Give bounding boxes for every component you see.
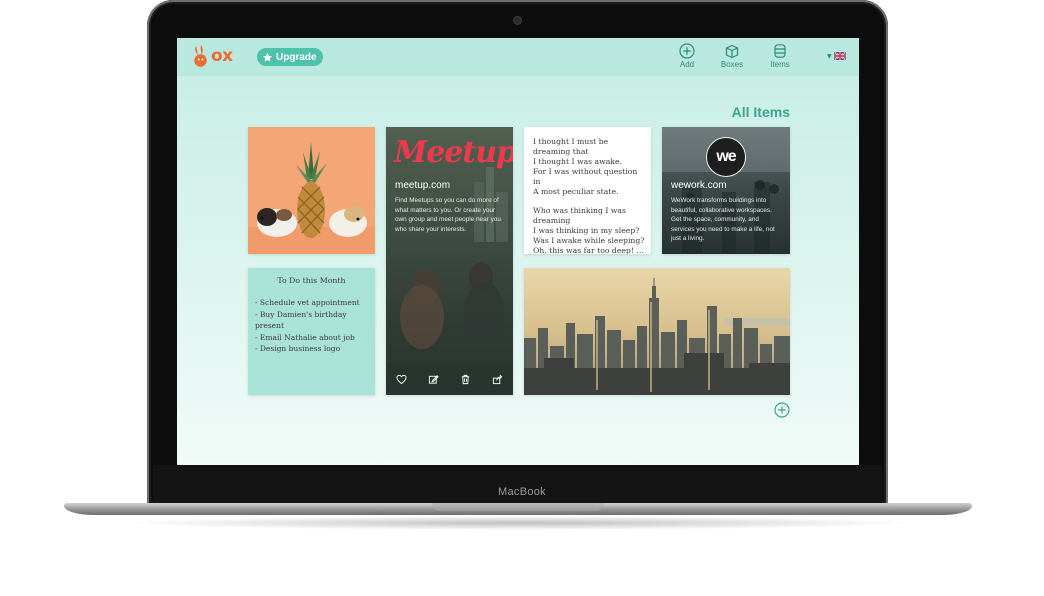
plus-circle-icon (774, 402, 790, 418)
nav-add[interactable]: Add (665, 43, 709, 69)
upgrade-button[interactable]: Upgrade (257, 48, 323, 66)
meetup-link-description: Find Meetups so you can do more of what … (395, 197, 501, 233)
laptop-brand-label: MacBook (498, 486, 546, 498)
caret-down-icon: ▼ (827, 52, 832, 60)
laptop-shadow (120, 516, 920, 530)
todo-item: - Design business logo (255, 344, 341, 353)
laptop-notch (432, 503, 604, 511)
trash-icon[interactable] (460, 374, 471, 385)
todo-item: - Buy Damien's birthday present (255, 309, 347, 331)
todo-item: - Schedule vet appointment (255, 298, 360, 307)
nav-boxes-label: Boxes (720, 60, 744, 69)
edit-icon[interactable] (428, 374, 439, 385)
bunny-icon (194, 45, 207, 67)
note-card-poem[interactable]: I thought I must be dreaming that I thou… (524, 127, 651, 254)
items-icon (774, 44, 786, 58)
card-actions-bar (386, 363, 513, 395)
box-icon (725, 44, 739, 59)
language-selector[interactable]: ▼ (827, 52, 846, 60)
meetup-logo: Meetup (394, 135, 513, 170)
note-card-todo[interactable]: To Do this Month - Schedule vet appointm… (248, 268, 375, 395)
link-card-wework[interactable]: we wework.com WeWork transforms building… (662, 127, 790, 254)
wework-logo: we (706, 137, 746, 177)
uk-flag-icon (833, 52, 846, 60)
page-title: All Items (731, 104, 790, 120)
upgrade-label: Upgrade (276, 51, 317, 63)
link-card-meetup[interactable]: Meetup meetup.com Find Meetups so you ca… (386, 127, 513, 395)
plus-circle-icon (679, 43, 695, 59)
poem-text: I thought I must be dreaming that I thou… (533, 137, 645, 254)
add-item-button[interactable] (774, 402, 790, 422)
photo-card-pineapple[interactable] (248, 127, 375, 254)
meetup-link-title[interactable]: meetup.com (395, 180, 450, 191)
nav-boxes[interactable]: Boxes (710, 43, 754, 69)
top-bar: ox Upgrade Add Boxes Items ▼ (177, 38, 859, 75)
todo-list: - Schedule vet appointment - Buy Damien'… (255, 297, 371, 355)
wework-link-description: WeWork transforms buildings into beautif… (671, 197, 775, 243)
todo-item: - Email Nathalie about job (255, 332, 355, 342)
star-icon (262, 52, 273, 62)
nav-items[interactable]: Items (758, 43, 802, 69)
wework-link-title[interactable]: wework.com (671, 180, 727, 191)
app-screen: ox Upgrade Add Boxes Items ▼ All Items M… (177, 38, 859, 465)
camera (514, 17, 521, 24)
nav-add-label: Add (679, 60, 695, 69)
city-skyline-photo (524, 268, 790, 395)
heart-icon[interactable] (396, 374, 407, 385)
share-icon[interactable] (492, 374, 503, 385)
logo-text: ox (211, 46, 233, 66)
app-logo[interactable]: ox (192, 45, 233, 67)
pineapple-guinea-pigs-photo (248, 127, 375, 254)
todo-title: To Do this Month (277, 276, 346, 285)
nav-items-label: Items (770, 60, 790, 69)
photo-card-city[interactable] (524, 268, 790, 395)
